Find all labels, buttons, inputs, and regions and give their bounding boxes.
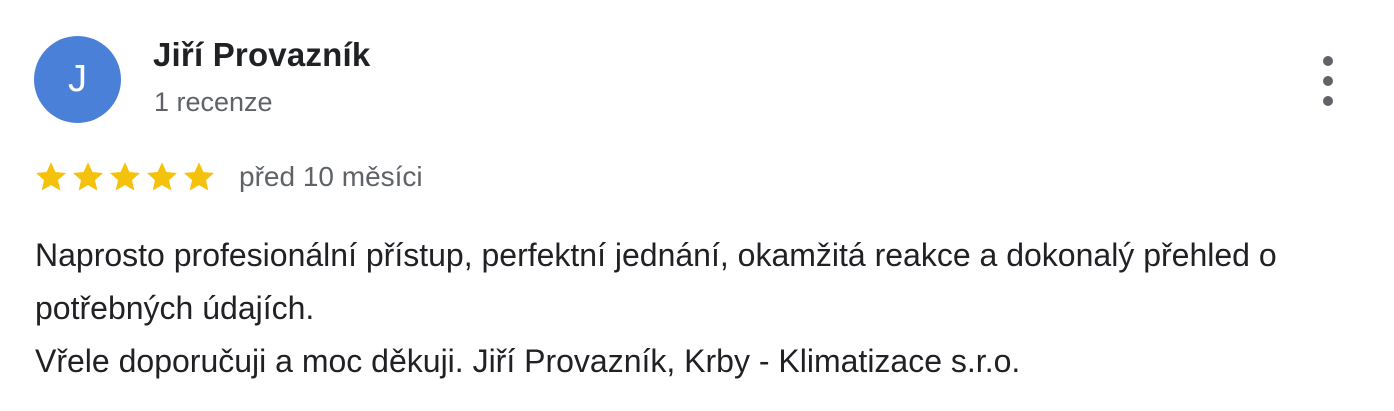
avatar-initial: J (68, 58, 87, 100)
review-text: Naprosto profesionální přístup, perfektn… (35, 229, 1365, 388)
review-text-line: Vřele doporučuji a moc děkuji. Jiří Prov… (35, 343, 1021, 379)
review-text-line: Naprosto profesionální přístup, perfektn… (35, 237, 1277, 326)
star-icon (147, 162, 177, 191)
review-date: před 10 měsíci (239, 161, 423, 192)
review-count[interactable]: 1 recenze (154, 87, 273, 118)
star-rating (33, 159, 217, 195)
star-icon (110, 162, 140, 191)
star-icon (73, 162, 103, 191)
more-options-button[interactable] (1310, 56, 1346, 106)
rating-row: před 10 měsíci (33, 157, 423, 197)
more-vert-icon-dot (1323, 96, 1333, 106)
more-vert-icon-dot (1323, 76, 1333, 86)
star-icon (36, 162, 66, 191)
avatar[interactable]: J (34, 36, 121, 123)
reviewer-name[interactable]: Jiří Provazník (153, 36, 370, 74)
more-vert-icon (1323, 56, 1333, 66)
star-icon (184, 162, 214, 191)
review-card: J Jiří Provazník 1 recenze před 10 měsíc… (0, 0, 1394, 411)
